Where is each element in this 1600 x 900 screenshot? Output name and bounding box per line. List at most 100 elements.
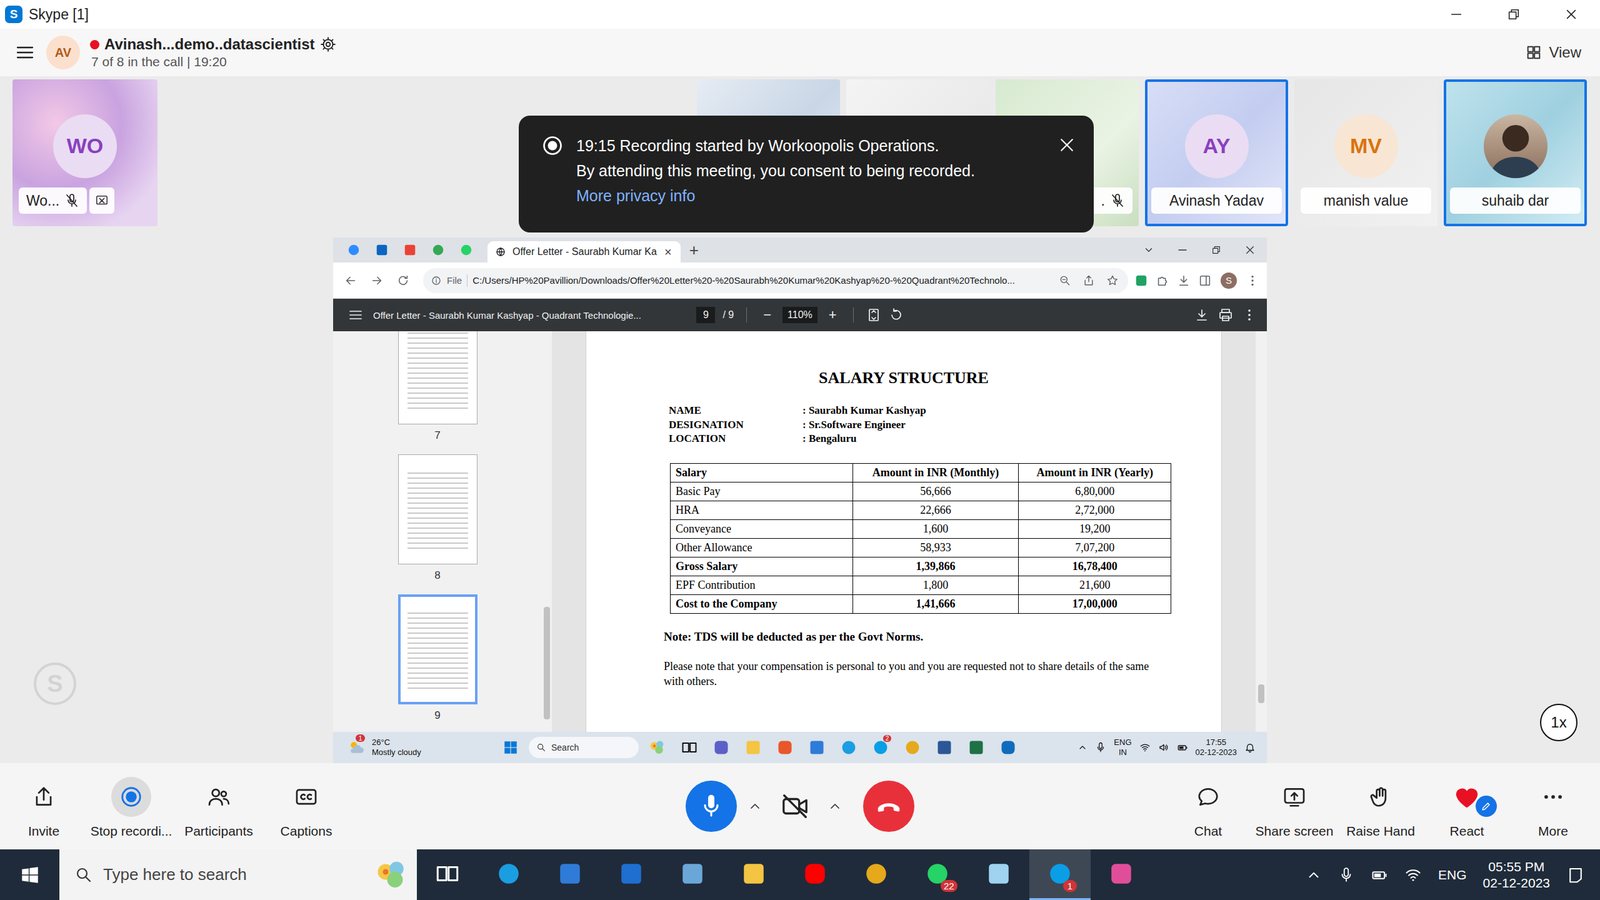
notepad-icon[interactable] — [968, 849, 1030, 900]
chrome-icon[interactable] — [845, 849, 907, 900]
zoom-value[interactable]: 110% — [782, 306, 818, 324]
word-icon[interactable] — [930, 733, 958, 762]
battery-icon[interactable] — [1176, 741, 1189, 754]
participant-tile[interactable]: suhaib dar — [1443, 79, 1587, 227]
scrollbar-thumb[interactable] — [1258, 684, 1265, 704]
back-icon[interactable] — [339, 269, 362, 292]
privacy-link[interactable]: More privacy info — [576, 183, 1045, 209]
taskbar-search[interactable]: Search — [528, 736, 639, 759]
close-icon[interactable] — [1233, 237, 1267, 263]
omnibox[interactable]: FileC:/Users/HP%20Pavillion/Downloads/Of… — [423, 268, 1129, 294]
pencil-icon[interactable] — [1475, 795, 1497, 817]
playback-speed-button[interactable]: 1x — [1540, 703, 1578, 742]
chrome-icon[interactable] — [898, 733, 926, 762]
page-thumbnail[interactable] — [398, 454, 478, 565]
gmail-icon[interactable] — [395, 237, 424, 263]
menu-icon[interactable] — [348, 307, 364, 323]
volume-icon[interactable] — [1158, 741, 1170, 754]
whatsapp-icon[interactable]: 22 — [906, 849, 969, 900]
screen-share-icon[interactable] — [89, 187, 115, 214]
wifi-icon[interactable] — [1139, 741, 1151, 754]
toolbar-button[interactable]: Stop recordi... — [87, 763, 175, 839]
clock[interactable]: 05:55 PM02-12-2023 — [1483, 858, 1550, 892]
youtube-icon[interactable] — [784, 849, 846, 900]
call-title[interactable]: Avinash...demo..datascientist — [104, 35, 315, 54]
page-thumbnail[interactable] — [398, 331, 478, 425]
close-icon[interactable] — [1542, 0, 1600, 29]
whatsapp-icon[interactable] — [451, 237, 480, 263]
browser-tab[interactable]: Offer Letter - Saurabh Kumar Ka× — [487, 241, 681, 263]
download-icon[interactable] — [1174, 271, 1194, 290]
extension-icon[interactable] — [1131, 271, 1151, 290]
notification-icon[interactable] — [1566, 865, 1585, 885]
chevron-up-icon[interactable] — [825, 796, 845, 816]
skype-icon[interactable]: 2 — [866, 733, 894, 762]
chrome-icon[interactable] — [423, 237, 452, 263]
reload-icon[interactable] — [391, 269, 415, 292]
profile-avatar[interactable]: S — [1220, 272, 1237, 289]
menu-dots-icon[interactable] — [1243, 271, 1262, 290]
zoom-out-button[interactable]: − — [759, 306, 775, 324]
edge-icon[interactable] — [478, 849, 540, 900]
chevron-up-icon[interactable] — [745, 796, 765, 816]
toolbar-button[interactable]: More — [1510, 763, 1597, 839]
viewport-scrollbar[interactable] — [1255, 331, 1267, 732]
tab-close[interactable]: × — [663, 245, 674, 260]
sidebar-icon[interactable] — [1195, 271, 1215, 290]
fit-page-icon[interactable] — [866, 307, 882, 323]
minimize-icon[interactable] — [1165, 237, 1200, 263]
gear-icon[interactable] — [320, 36, 337, 53]
clock[interactable]: 17:5502-12-2023 — [1195, 737, 1238, 758]
start-icon[interactable] — [0, 849, 60, 900]
scrollbar-thumb[interactable] — [543, 606, 550, 720]
toolbar-button[interactable]: Captions — [262, 763, 350, 839]
onedrive-icon[interactable] — [994, 733, 1022, 762]
chevron-up-icon[interactable] — [1077, 742, 1088, 753]
puzzle-icon[interactable] — [1153, 271, 1172, 290]
restore-icon[interactable] — [1485, 0, 1543, 29]
page-thumbnail[interactable] — [398, 594, 478, 705]
wifi-icon[interactable] — [1404, 866, 1422, 884]
menu-dots-icon[interactable] — [1241, 307, 1257, 323]
explorer-icon[interactable] — [723, 849, 785, 900]
participant-tile[interactable]: WOWo... — [12, 79, 158, 227]
linkedin-icon[interactable] — [367, 237, 396, 263]
mic-icon[interactable] — [685, 780, 737, 832]
toolbar-button[interactable]: Chat — [1165, 763, 1252, 839]
url-text[interactable]: C:/Users/HP%20Pavillion/Downloads/Offer%… — [472, 275, 1051, 286]
mic-icon[interactable] — [1095, 741, 1107, 754]
restore-icon[interactable] — [1199, 237, 1234, 263]
toolbar-button[interactable]: React — [1423, 763, 1510, 839]
skype-icon[interactable]: 1 — [1029, 849, 1091, 900]
toolbar-button[interactable]: Invite — [0, 763, 88, 839]
chevron-up-icon[interactable] — [1305, 866, 1322, 884]
rotate-icon[interactable] — [888, 307, 904, 323]
start-icon[interactable] — [496, 733, 524, 762]
taskbar-search[interactable]: Type here to search — [59, 849, 417, 900]
office-icon[interactable] — [771, 733, 799, 762]
participant-tile[interactable]: MVmanish value — [1294, 79, 1438, 227]
new-tab-button[interactable]: + — [680, 237, 708, 263]
app-icon[interactable] — [1090, 849, 1152, 900]
toolbar-button[interactable]: Share screen — [1251, 763, 1338, 839]
view-button[interactable]: View — [1525, 43, 1582, 62]
sidebar-scrollbar[interactable] — [541, 331, 552, 732]
minimize-icon[interactable] — [1427, 0, 1485, 29]
toolbar-button[interactable]: Raise Hand — [1337, 763, 1424, 839]
menu-icon[interactable] — [13, 41, 37, 64]
zoom-icon[interactable] — [1055, 271, 1075, 290]
hang-up-icon[interactable] — [863, 780, 915, 832]
excel-icon[interactable] — [962, 733, 990, 762]
task-view-icon[interactable] — [416, 849, 479, 900]
store-icon[interactable] — [539, 849, 601, 900]
store-icon[interactable] — [803, 733, 830, 762]
call-avatar[interactable]: AV — [46, 35, 80, 70]
bell-icon[interactable] — [1244, 741, 1256, 754]
camera-off-icon[interactable] — [773, 784, 817, 829]
edge-icon[interactable] — [835, 733, 862, 762]
language[interactable]: ENGIN — [1113, 737, 1132, 758]
share-icon[interactable] — [1079, 271, 1099, 290]
computer-icon[interactable] — [661, 849, 724, 900]
battery-icon[interactable] — [1370, 866, 1389, 884]
print-icon[interactable] — [1218, 307, 1234, 323]
